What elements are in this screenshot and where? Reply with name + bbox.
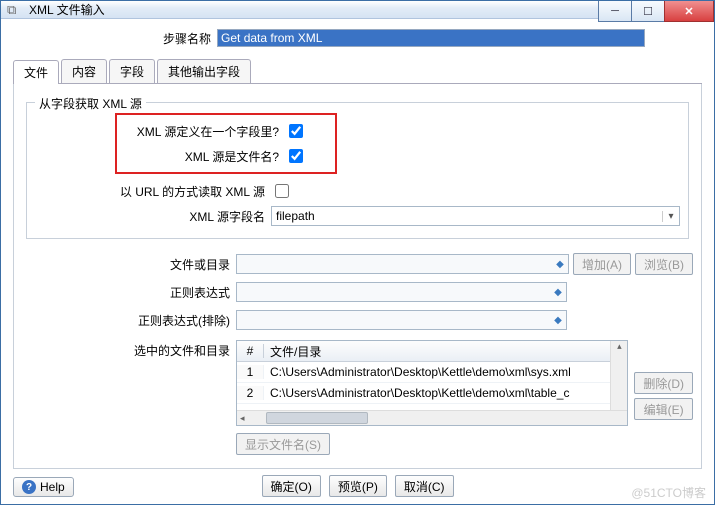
question-icon: ? [22,480,36,494]
xml-source-fieldset: 从字段获取 XML 源 XML 源定义在一个字段里? XML 源是文件名? 以 … [26,102,689,239]
read-url-label: 以 URL 的方式读取 XML 源 [35,183,271,200]
tab-bar: 文件 内容 字段 其他输出字段 [13,59,702,84]
tab-file[interactable]: 文件 [13,60,59,84]
is-filename-label: XML 源是文件名? [119,148,285,165]
regex-exclude-label: 正则表达式(排除) [22,312,236,329]
regex-input[interactable] [236,282,567,302]
scrollbar-thumb[interactable] [266,412,368,424]
help-area: ? Help [13,477,74,497]
browse-button[interactable]: 浏览(B) [635,253,693,275]
defined-in-field-label: XML 源定义在一个字段里? [119,123,285,140]
table-row[interactable]: 1 C:\Users\Administrator\Desktop\Kettle\… [237,362,610,383]
regex-exclude-input[interactable] [236,310,567,330]
header-path: 文件/目录 [264,343,610,360]
read-url-checkbox[interactable] [275,184,289,198]
step-name-row: 步骤名称 [163,29,702,47]
show-filenames-button[interactable]: 显示文件名(S) [236,433,330,455]
chevron-down-icon: ▾ [662,211,679,222]
field-name-label: XML 源字段名 [35,208,271,225]
diamond-icon: ◆ [551,313,565,327]
field-name-value: filepath [272,209,662,223]
defined-in-field-checkbox[interactable] [289,124,303,138]
table-header: # 文件/目录 [237,341,610,362]
file-or-dir-label: 文件或目录 [22,256,236,273]
header-hash: # [237,344,264,358]
window-title: XML 文件输入 [29,1,105,18]
selected-files-label: 选中的文件和目录 [22,340,236,359]
highlight-box: XML 源定义在一个字段里? XML 源是文件名? [115,113,337,174]
files-table[interactable]: # 文件/目录 1 C:\Users\Administrator\Desktop… [236,340,628,426]
ok-button[interactable]: 确定(O) [262,475,321,497]
fieldset-legend: 从字段获取 XML 源 [35,95,146,112]
step-name-label: 步骤名称 [163,30,211,47]
cancel-button[interactable]: 取消(C) [395,475,454,497]
content-area: 步骤名称 文件 内容 字段 其他输出字段 从字段获取 XML 源 XML 源定义… [1,19,714,507]
preview-button[interactable]: 预览(P) [329,475,387,497]
help-button[interactable]: ? Help [13,477,74,497]
diamond-icon: ◆ [553,257,567,271]
field-name-dropdown[interactable]: filepath ▾ [271,206,680,226]
titlebar: ⧉ XML 文件输入 ─ ☐ ✕ [1,1,714,19]
table-row[interactable]: 2 C:\Users\Administrator\Desktop\Kettle\… [237,383,610,404]
is-filename-checkbox[interactable] [289,149,303,163]
delete-button[interactable]: 删除(D) [634,372,693,394]
file-or-dir-input[interactable] [236,254,569,274]
horizontal-scrollbar[interactable]: ◂ [237,410,627,425]
app-icon: ⧉ [7,2,23,18]
dialog-buttons: 确定(O) 预览(P) 取消(C) [13,469,702,503]
dialog-window: ⧉ XML 文件输入 ─ ☐ ✕ 步骤名称 文件 内容 字段 其他输出字段 从字… [0,0,715,505]
tab-extra-fields[interactable]: 其他输出字段 [157,59,251,83]
table-side-buttons: 删除(D) 编辑(E) [634,340,693,420]
tab-fields[interactable]: 字段 [109,59,155,83]
step-name-input[interactable] [217,29,645,47]
regex-label: 正则表达式 [22,284,236,301]
edit-button[interactable]: 编辑(E) [634,398,693,420]
diamond-icon: ◆ [551,285,565,299]
vertical-scrollbar[interactable]: ▴ [610,341,627,410]
add-button[interactable]: 增加(A) [573,253,631,275]
tab-panel-file: 从字段获取 XML 源 XML 源定义在一个字段里? XML 源是文件名? 以 … [13,84,702,469]
tab-content[interactable]: 内容 [61,59,107,83]
